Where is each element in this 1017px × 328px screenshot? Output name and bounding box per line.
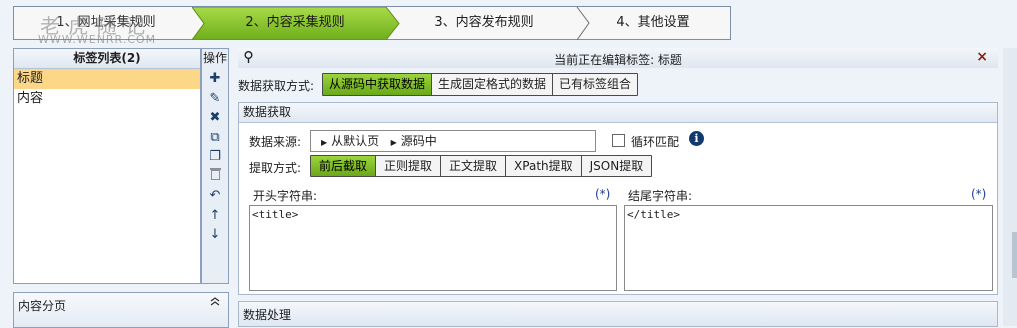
extract-before-after-button[interactable]: 前后截取 <box>311 156 377 176</box>
watermark-url: WWW.WENRR.COM <box>38 33 157 46</box>
loop-match-checkbox[interactable] <box>612 134 625 147</box>
copy-icon[interactable]: ⧉ <box>202 128 228 148</box>
start-string-label: 开头字符串: <box>253 189 318 203</box>
down-arrow-icon[interactable]: ↓ <box>202 225 228 245</box>
extract-json-button[interactable]: JSON提取 <box>581 156 652 176</box>
end-required-mark: (*) <box>971 187 987 201</box>
collapse-icon[interactable] <box>210 296 220 309</box>
data-process-title: 数据处理 <box>243 308 292 322</box>
content-paging-panel[interactable]: 内容分页 <box>13 292 229 328</box>
end-string-input[interactable]: </title> <box>624 205 993 291</box>
trash-icon-shape <box>209 167 221 180</box>
start-string-input[interactable]: <title> <box>249 205 617 291</box>
start-required-mark: (*) <box>595 187 611 201</box>
info-icon[interactable]: i <box>689 131 704 146</box>
tag-list-panel: 标签列表(2) 标题 内容 <box>13 48 201 284</box>
step-content-rules[interactable]: 2、内容采集规则 <box>192 7 400 40</box>
data-process-group[interactable]: 数据处理 <box>238 301 998 327</box>
pencil-icon[interactable]: ✎ <box>202 89 228 109</box>
tag-item-content[interactable]: 内容 <box>14 89 200 109</box>
source-label: 数据来源: <box>249 135 302 149</box>
loop-match-label[interactable]: 循环匹配 <box>631 133 679 150</box>
method-combine-tags-button[interactable]: 已有标签组合 <box>553 74 638 95</box>
source-page[interactable]: 从默认页 <box>331 134 379 148</box>
delete-icon[interactable]: ✖ <box>202 108 228 128</box>
method-fixed-format-button[interactable]: 生成固定格式的数据 <box>432 74 554 95</box>
method-from-source-button[interactable]: 从源码中获取数据 <box>323 74 433 95</box>
tag-item-title[interactable]: 标题 <box>14 69 200 89</box>
source-breadcrumb[interactable]: ▶ 从默认页 ▶ 源码中 <box>310 130 596 152</box>
content-paging-title: 内容分页 <box>18 299 67 313</box>
extract-xpath-button[interactable]: XPath提取 <box>506 156 582 176</box>
plus-icon[interactable]: ✚ <box>202 69 228 89</box>
data-fetch-group: 数据获取 数据来源: ▶ 从默认页 ▶ 源码中 循环匹配 i 提取方式: 前后截取 … <box>238 102 998 295</box>
trash-icon[interactable] <box>202 167 228 187</box>
scrollbar-thumb[interactable] <box>1012 232 1017 278</box>
paste-icon[interactable]: ❐ <box>202 147 228 167</box>
method-label: 数据获取方式: <box>238 79 315 93</box>
up-arrow-icon[interactable]: ↑ <box>202 206 228 226</box>
pin-icon[interactable] <box>244 51 253 66</box>
editor-title: 当前正在编辑标签: 标题 <box>554 53 682 67</box>
step-other-settings[interactable]: 4、其他设置 <box>574 7 732 39</box>
step-other-settings-label: 4、其他设置 <box>616 15 690 30</box>
data-method-selector: 从源码中获取数据 生成固定格式的数据 已有标签组合 <box>322 73 639 96</box>
step-publish-rules[interactable]: 3、内容发布规则 <box>386 7 582 39</box>
extract-regex-button[interactable]: 正则提取 <box>376 156 442 176</box>
editor-header: 当前正在编辑标签: 标题 × <box>238 48 998 68</box>
extract-body-button[interactable]: 正文提取 <box>441 156 507 176</box>
chevron-right-icon: ▶ <box>321 138 328 147</box>
step-publish-rules-label: 3、内容发布规则 <box>434 15 534 30</box>
data-fetch-title: 数据获取 <box>239 103 997 123</box>
chevron-right-icon: ▶ <box>390 138 397 147</box>
end-string-label: 结尾字符串: <box>628 189 693 203</box>
source-type[interactable]: 源码中 <box>401 134 437 148</box>
extract-method-selector: 前后截取 正则提取 正文提取 XPath提取 JSON提取 <box>310 155 653 177</box>
scrollbar-track[interactable] <box>1003 48 1017 326</box>
step-content-rules-label: 2、内容采集规则 <box>245 15 345 30</box>
undo-icon[interactable]: ↶ <box>202 186 228 206</box>
operations-title: 操作 <box>202 51 227 65</box>
close-icon[interactable]: × <box>976 49 988 65</box>
extract-label: 提取方式: <box>249 161 302 175</box>
operations-panel: 操作 ✚ ✎ ✖ ⧉ ❐ ↶ ↑ ↓ <box>201 48 229 284</box>
tag-list-title: 标签列表(2) <box>14 49 200 69</box>
